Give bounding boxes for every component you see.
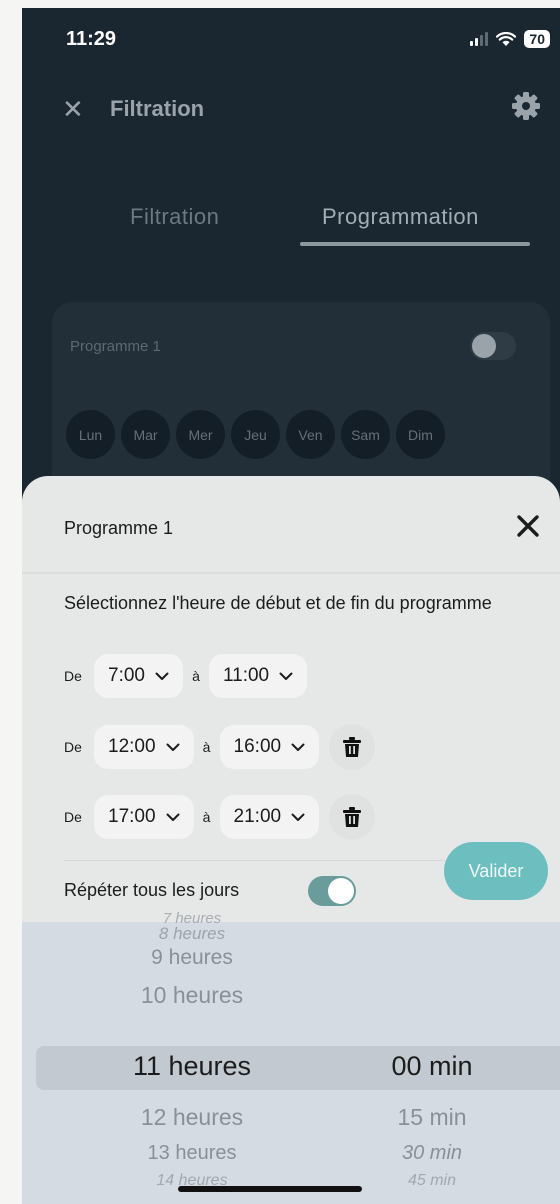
picker-hour-option[interactable]: 13 heures [100,1142,284,1165]
picker-minute-option[interactable]: 45 min [362,1172,502,1190]
trash-icon [343,807,362,827]
from-label: De [64,809,82,825]
trash-icon [343,737,362,757]
picker-hour-option[interactable]: 12 heures [100,1104,284,1131]
picker-minute-option[interactable]: 30 min [362,1142,502,1165]
from-label: De [64,739,82,755]
delete-range-button[interactable] [329,794,376,840]
chevron-down-icon [155,672,169,680]
program-card-title: Programme 1 [70,338,161,355]
active-tab-indicator [300,242,530,246]
close-icon[interactable] [510,508,546,544]
picker-hour-option[interactable]: 8 heures [100,924,284,944]
battery-indicator: 70 [524,30,550,48]
to-label: à [202,739,211,755]
close-icon[interactable]: ✕ [62,94,84,124]
status-icons: 70 [470,30,550,48]
to-label: à [192,668,200,684]
gear-icon[interactable] [510,90,542,122]
picker-hour-selected[interactable]: 11 heures [100,1051,284,1082]
sheet-header: Programme 1 [22,476,560,572]
end-time-select[interactable]: 11:00 [208,654,308,698]
to-label: à [202,809,211,825]
picker-minute-option[interactable]: 15 min [362,1104,502,1131]
chevron-down-icon [166,743,180,751]
picker-hour-option[interactable]: 9 heures [100,946,284,970]
picker-minute-selected[interactable]: 00 min [362,1051,502,1082]
tab-programmation[interactable]: Programmation [322,204,479,230]
day-mar[interactable]: Mar [121,410,170,459]
validate-button[interactable]: Valider [444,842,548,900]
repeat-daily-toggle[interactable] [308,876,356,906]
time-wheel-picker[interactable]: 7 heures 8 heures 9 heures 10 heures 11 … [22,910,560,1204]
end-time-value: 21:00 [233,806,282,827]
signal-icon [470,32,489,46]
instruction-text: Sélectionnez l'heure de début et de fin … [64,593,492,613]
start-time-select[interactable]: 17:00 [94,795,194,839]
picker-hour-option[interactable]: 10 heures [100,982,284,1009]
start-time-value: 12:00 [108,736,156,757]
delete-range-button[interactable] [329,724,376,770]
wifi-icon [496,31,517,46]
start-time-value: 17:00 [108,806,156,827]
time-range-row: De 12:00 à 16:00 [64,724,376,770]
day-ven[interactable]: Ven [286,410,335,459]
day-lun[interactable]: Lun [66,410,115,459]
chevron-down-icon [291,813,305,821]
phone-screen: 11:29 70 ✕ Filtration Filtration Program… [22,8,560,1204]
start-time-select[interactable]: 12:00 [94,725,194,769]
page-title: Filtration [110,96,205,121]
end-time-value: 16:00 [233,736,282,757]
repeat-daily-label: Répéter tous les jours [64,880,240,900]
start-time-value: 7:00 [108,665,145,686]
from-label: De [64,668,82,684]
chevron-down-icon [279,672,293,680]
program-bottom-sheet: Programme 1 Sélectionnez l'heure de débu… [22,476,560,1204]
time-range-row: De 7:00 à 11:00 [64,654,308,698]
day-selector: Lun Mar Mer Jeu Ven Sam Dim [66,410,445,459]
tab-filtration[interactable]: Filtration [130,204,219,230]
day-dim[interactable]: Dim [396,410,445,459]
day-jeu[interactable]: Jeu [231,410,280,459]
sheet-title: Programme 1 [64,518,174,538]
chevron-down-icon [166,813,180,821]
time-range-row: De 17:00 à 21:00 [64,794,376,840]
end-time-select[interactable]: 21:00 [219,795,320,839]
end-time-value: 11:00 [222,665,270,686]
start-time-select[interactable]: 7:00 [94,654,183,698]
end-time-select[interactable]: 16:00 [219,725,320,769]
home-indicator [178,1186,362,1192]
program-enable-toggle[interactable] [470,332,516,360]
status-time: 11:29 [66,28,117,50]
chevron-down-icon [291,743,305,751]
day-sam[interactable]: Sam [341,410,390,459]
day-mer[interactable]: Mer [176,410,225,459]
divider [22,572,560,574]
